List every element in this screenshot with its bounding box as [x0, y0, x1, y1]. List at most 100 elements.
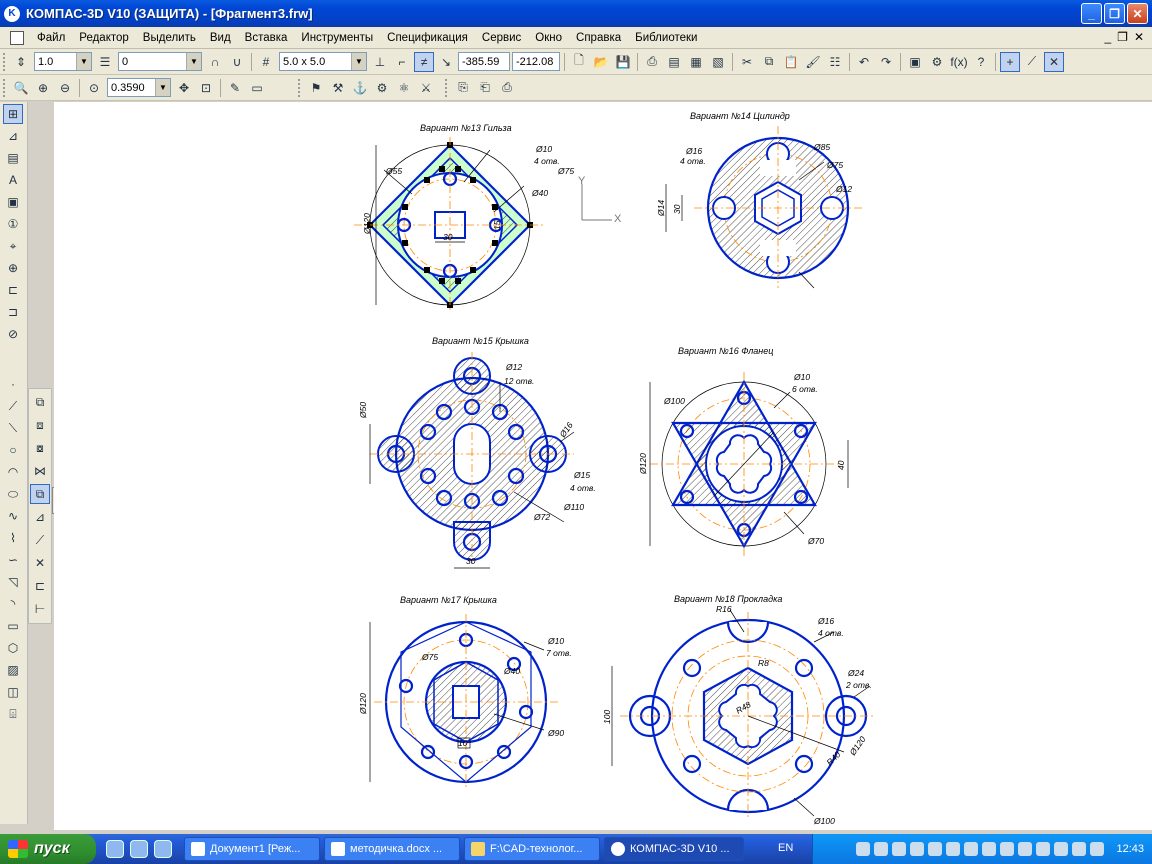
minimize-button[interactable]: _: [1081, 3, 1102, 24]
contour-tool-icon[interactable]: ⌹: [3, 704, 23, 724]
equidistant-tool-icon[interactable]: ◫: [3, 682, 23, 702]
doc-minimize-button[interactable]: _: [1104, 30, 1111, 44]
line-scale-icon[interactable]: ⇕: [11, 52, 31, 72]
grid-icon[interactable]: #: [256, 52, 276, 72]
format-brush-icon[interactable]: 🖌: [803, 52, 823, 72]
snap-magnet-alt-icon[interactable]: ∪: [227, 52, 247, 72]
pan-icon[interactable]: ✥: [174, 78, 194, 98]
plot-send-icon[interactable]: ⎙: [497, 78, 517, 98]
manager-icon[interactable]: ▣: [905, 52, 925, 72]
break-object-icon[interactable]: ⟋: [30, 530, 50, 550]
deform-object-icon[interactable]: ⊿: [30, 507, 50, 527]
ie-alt-icon[interactable]: [154, 840, 172, 858]
point-tool-icon[interactable]: ·: [3, 374, 23, 394]
split-object-icon[interactable]: ⊢: [30, 599, 50, 619]
drawing-variant-17[interactable]: Вариант №17 Крышка Ø10 7 отв. Ø75 Ø40 Ø1…: [358, 595, 572, 790]
fasteners-icon[interactable]: ⚙: [372, 78, 392, 98]
drawing-variant-15[interactable]: Вариант №15 Крышка Ø12 12 отв. Ø50 Ø16 Ø…: [358, 336, 596, 569]
spec-panel-icon[interactable]: ⊕: [3, 258, 23, 278]
extend-object-icon[interactable]: ⊏: [30, 576, 50, 596]
insert-panel-icon[interactable]: ⊐: [3, 302, 23, 322]
segment-tool-icon[interactable]: ⟍: [3, 418, 23, 438]
array-object-icon[interactable]: ⧉: [30, 484, 50, 504]
print-icon[interactable]: ⎙: [642, 52, 662, 72]
spline-tool-icon[interactable]: ∿: [3, 506, 23, 526]
drawing-variant-16[interactable]: Вариант №16 Фланец Ø10 6 отв. Ø100 Ø120 …: [638, 346, 849, 558]
line-scale-combo[interactable]: 1.0 ▼: [34, 52, 92, 71]
geometry-panel-icon[interactable]: ⊞: [3, 104, 23, 124]
tray-icon-3[interactable]: [892, 842, 907, 856]
tools-icon[interactable]: ⚔: [416, 78, 436, 98]
tray-icon-7[interactable]: [964, 842, 979, 856]
undo-icon[interactable]: ↶: [854, 52, 874, 72]
doc-restore-button[interactable]: ❐: [1117, 30, 1128, 44]
ie-browser-icon[interactable]: [130, 840, 148, 858]
editing-panel-icon[interactable]: A: [3, 170, 23, 190]
tray-icon-2[interactable]: [874, 842, 889, 856]
menu-insert[interactable]: Вставка: [238, 32, 295, 44]
library-icon[interactable]: ⚙: [927, 52, 947, 72]
layout-icon[interactable]: ▧: [708, 52, 728, 72]
help-icon[interactable]: ?: [971, 52, 991, 72]
preview-icon[interactable]: ▦: [686, 52, 706, 72]
refresh-icon[interactable]: ✎: [225, 78, 245, 98]
copy-icon[interactable]: ⧉: [759, 52, 779, 72]
mirror-object-icon[interactable]: ⋈: [30, 461, 50, 481]
tray-icon-9[interactable]: [1000, 842, 1015, 856]
line-snap-icon[interactable]: ⟋: [1022, 52, 1042, 72]
zoom-combo[interactable]: 0.3590 ▼: [107, 78, 171, 97]
display-icon[interactable]: ▭: [247, 78, 267, 98]
show-all-icon[interactable]: ⊡: [196, 78, 216, 98]
library-mgr-icon[interactable]: ⚒: [328, 78, 348, 98]
chamfer-tool-icon[interactable]: ◹: [3, 572, 23, 592]
macro-object-icon[interactable]: ⧈: [30, 415, 50, 435]
language-indicator[interactable]: EN: [778, 842, 793, 854]
layer-icon[interactable]: ☰: [95, 52, 115, 72]
snap-magnet-icon[interactable]: ∩: [205, 52, 225, 72]
drawing-variant-13[interactable]: Вариант №13 Гильза Ø10 4 отв. Ø75 Ø40 Ø5…: [354, 123, 622, 313]
task-document1[interactable]: Документ1 [Реж...: [184, 837, 320, 861]
open-folder-icon[interactable]: 📂: [591, 52, 611, 72]
menu-tools[interactable]: Инструменты: [294, 32, 380, 44]
bezier-tool-icon[interactable]: ∽: [3, 550, 23, 570]
round-off-icon[interactable]: ≠: [414, 51, 434, 72]
arc-tool-icon[interactable]: ◠: [3, 462, 23, 482]
menu-select[interactable]: Выделить: [136, 32, 203, 44]
grid-step-combo[interactable]: 5.0 x 5.0 ▼: [279, 52, 367, 71]
tray-icon-1[interactable]: [856, 842, 871, 856]
plot-setup-icon[interactable]: ⎗: [475, 78, 495, 98]
local-cs-icon[interactable]: ⊥: [370, 52, 390, 72]
polyline-tool-icon[interactable]: ⌇: [3, 528, 23, 548]
polygon-tool-icon[interactable]: ⬡: [3, 638, 23, 658]
task-folder[interactable]: F:\CAD-технолог...: [464, 837, 600, 861]
zoom-scale-icon[interactable]: ⊙: [84, 78, 104, 98]
intersect-snap-icon[interactable]: ✕: [1044, 51, 1064, 72]
circle-tool-icon[interactable]: ○: [3, 440, 23, 460]
fillet-tool-icon[interactable]: ◝: [3, 594, 23, 614]
ortho-icon[interactable]: ⌐: [392, 52, 412, 72]
reports-panel-icon[interactable]: ⊏: [3, 280, 23, 300]
tray-icon-6[interactable]: [946, 842, 961, 856]
drawing-canvas[interactable]: .o{fill:none;stroke:#0022cc;stroke-width…: [54, 102, 1152, 830]
menu-view[interactable]: Вид: [203, 32, 238, 44]
network-icon[interactable]: [1090, 842, 1105, 856]
menu-help[interactable]: Справка: [569, 32, 628, 44]
document-icon[interactable]: [10, 30, 24, 45]
shafts-icon[interactable]: ⚛: [394, 78, 414, 98]
menu-window[interactable]: Окно: [528, 32, 569, 44]
other-panel-icon[interactable]: ⊘: [3, 324, 23, 344]
rectangle-tool-icon[interactable]: ▭: [3, 616, 23, 636]
clock[interactable]: 12:43: [1116, 843, 1144, 855]
zoom-out-icon[interactable]: ⊖: [55, 78, 75, 98]
new-file-icon[interactable]: 🗋: [569, 52, 589, 72]
coord-x-field[interactable]: -385.59: [458, 52, 510, 71]
tray-icon-10[interactable]: [1018, 842, 1033, 856]
copy-object-icon[interactable]: ⧇: [30, 438, 50, 458]
select-panel-icon[interactable]: ⌖: [3, 236, 23, 256]
tray-icon-11[interactable]: [1036, 842, 1051, 856]
menu-libraries[interactable]: Библиотеки: [628, 32, 704, 44]
menu-specification[interactable]: Спецификация: [380, 32, 475, 44]
menu-editor[interactable]: Редактор: [72, 32, 136, 44]
trim-object-icon[interactable]: ✕: [30, 553, 50, 573]
show-desktop-icon[interactable]: [106, 840, 124, 858]
